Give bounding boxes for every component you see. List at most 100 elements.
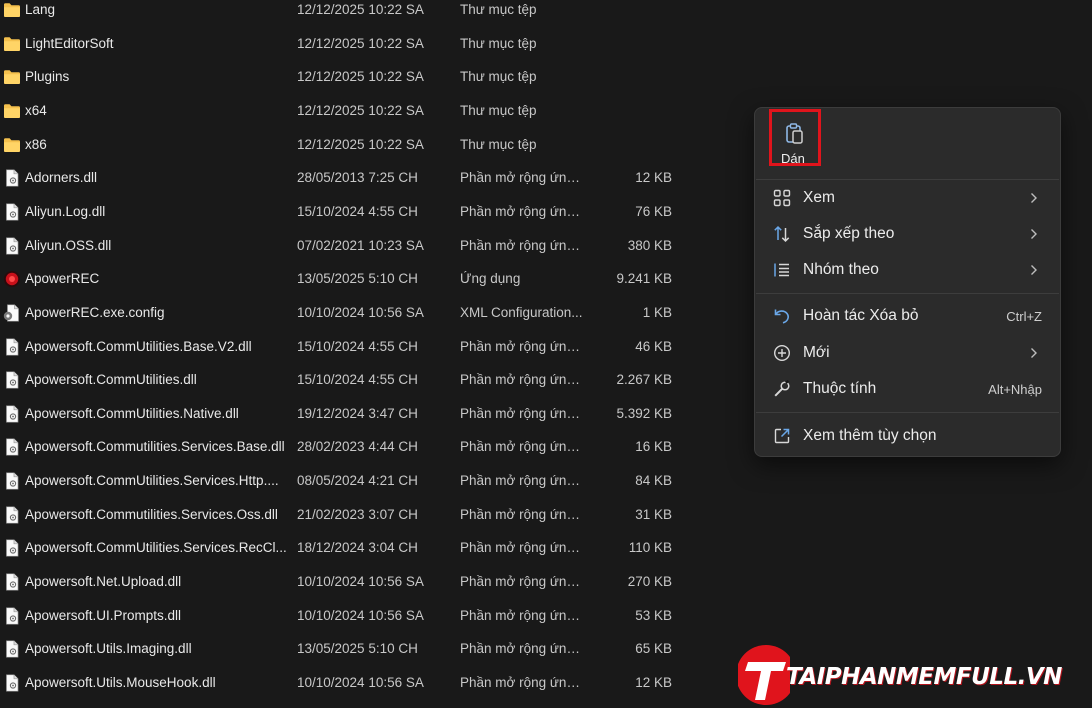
file-icon <box>3 237 21 255</box>
file-size: 12 KB <box>635 170 672 185</box>
file-name: Aliyun.OSS.dll <box>25 238 112 253</box>
menu-item-new[interactable]: Mới <box>759 336 1056 370</box>
file-row[interactable]: Apowersoft.Utils.MouseHook.dll 10/10/2024… <box>0 673 700 706</box>
file-icon <box>3 405 21 423</box>
file-row[interactable]: x64 12/12/2025 10:22 SA Thư mục tệp <box>0 101 700 134</box>
date-modified: 10/10/2024 10:56 SA <box>297 305 424 320</box>
file-row[interactable]: x86 12/12/2025 10:22 SA Thư mục tệp <box>0 135 700 168</box>
file-type: Phần mở rộng ứng... <box>460 574 584 589</box>
app-icon <box>3 270 21 288</box>
file-size: 65 KB <box>635 641 672 656</box>
file-type: Thư mục tệp <box>460 36 537 51</box>
file-row[interactable]: Apowersoft.Utils.Imaging.dll 13/05/2025 5… <box>0 639 700 672</box>
file-row[interactable]: Lang 12/12/2025 10:22 SA Thư mục tệp <box>0 0 700 33</box>
file-size: 9.241 KB <box>616 271 672 286</box>
paste-label: Dán <box>781 151 805 166</box>
file-row[interactable]: Adorners.dll 28/05/2013 7:25 CH Phần mở rộ… <box>0 168 700 201</box>
file-icon <box>3 539 21 557</box>
file-type: Phần mở rộng ứng... <box>460 540 584 555</box>
file-name: Apowersoft.CommUtilities.Native.dll <box>25 406 239 421</box>
file-type: Thư mục tệp <box>460 2 537 17</box>
date-modified: 13/05/2025 5:10 CH <box>297 641 418 656</box>
file-icon <box>3 438 21 456</box>
date-modified: 08/05/2024 4:21 CH <box>297 473 418 488</box>
file-row[interactable]: Apowersoft.CommUtilities.Native.dll 19/12… <box>0 404 700 437</box>
file-type: Phần mở rộng ứng... <box>460 675 584 690</box>
file-row[interactable]: LightEditorSoft 12/12/2025 10:22 SA Thư mụ… <box>0 34 700 67</box>
file-row[interactable]: Apowersoft.Commutilities.Services.Base.d… <box>0 437 700 470</box>
file-size: 5.392 KB <box>616 406 672 421</box>
menu-item-sort-by[interactable]: Sắp xếp theo <box>759 217 1056 251</box>
file-row[interactable]: Apowersoft.CommUtilities.dll 15/10/2024 4… <box>0 370 700 403</box>
file-name: x86 <box>25 137 47 152</box>
menu-item-show-more-options[interactable]: Xem thêm tùy chọn <box>759 419 1056 453</box>
file-name: Apowersoft.CommUtilities.Services.RecCl.… <box>25 540 287 555</box>
file-size: 12 KB <box>635 675 672 690</box>
file-type: Thư mục tệp <box>460 137 537 152</box>
file-name: Adorners.dll <box>25 170 98 185</box>
file-row[interactable]: Aliyun.OSS.dll 07/02/2021 10:23 SA Phần mở… <box>0 236 700 269</box>
menu-item-properties[interactable]: Thuộc tính Alt+Nhập <box>759 372 1056 406</box>
config-file-icon <box>3 304 21 322</box>
file-icon <box>3 674 21 692</box>
chevron-right-icon <box>1031 229 1037 239</box>
menu-item-undo-delete[interactable]: Hoàn tác Xóa bỏ Ctrl+Z <box>759 299 1056 333</box>
date-modified: 15/10/2024 4:55 CH <box>297 339 418 354</box>
paste-button[interactable]: Dán <box>769 109 821 166</box>
file-row[interactable]: Apowersoft.CommUtilities.Services.Http..… <box>0 471 700 504</box>
file-row[interactable]: Apowersoft.CommUtilities.Services.RecCl.… <box>0 538 700 571</box>
group-icon <box>774 263 789 277</box>
file-type: XML Configuration... <box>460 305 583 320</box>
file-row[interactable]: Apowersoft.Commutilities.Services.Oss.dl… <box>0 505 700 538</box>
file-row[interactable]: Apowersoft.CommUtilities.Base.V2.dll 15/1… <box>0 337 700 370</box>
file-row[interactable]: ApowerREC.exe.config 10/10/2024 10:56 SA X… <box>0 303 700 336</box>
file-size: 46 KB <box>635 339 672 354</box>
sort-icon <box>774 225 790 243</box>
file-type: Phần mở rộng ứng... <box>460 608 584 623</box>
file-icon <box>3 640 21 658</box>
file-row[interactable]: Apowersoft.Net.Upload.dll 10/10/2024 10:5… <box>0 572 700 605</box>
watermark-logo-icon <box>738 645 790 705</box>
grid-view-icon <box>773 189 791 207</box>
file-row[interactable]: Aliyun.Log.dll 15/10/2024 4:55 CH Phần mở … <box>0 202 700 235</box>
folder-icon <box>3 35 21 53</box>
file-size: 2.267 KB <box>616 372 672 387</box>
date-modified: 19/12/2024 3:47 CH <box>297 406 418 421</box>
date-modified: 21/02/2023 3:07 CH <box>297 507 418 522</box>
menu-item-label: Thuộc tính <box>803 380 877 397</box>
file-type: Phần mở rộng ứng... <box>460 170 584 185</box>
file-type: Ứng dụng <box>460 271 521 286</box>
file-name: Plugins <box>25 69 70 84</box>
file-icon <box>3 506 21 524</box>
file-size: 110 KB <box>628 540 672 555</box>
file-type: Phần mở rộng ứng... <box>460 439 584 454</box>
folder-icon <box>3 1 21 19</box>
date-modified: 10/10/2024 10:56 SA <box>297 608 424 623</box>
file-icon <box>3 472 21 490</box>
file-name: Apowersoft.Commutilities.Services.Oss.dl… <box>25 507 278 522</box>
file-icon <box>3 573 21 591</box>
file-row[interactable]: Plugins 12/12/2025 10:22 SA Thư mục tệp <box>0 67 700 100</box>
menu-item-group-by[interactable]: Nhóm theo <box>759 253 1056 287</box>
file-name: Apowersoft.Commutilities.Services.Base.d… <box>25 439 285 454</box>
file-name: LightEditorSoft <box>25 36 114 51</box>
file-name: Lang <box>25 2 56 17</box>
date-modified: 12/12/2025 10:22 SA <box>297 103 424 118</box>
file-size: 76 KB <box>635 204 672 219</box>
date-modified: 12/12/2025 10:22 SA <box>297 137 424 152</box>
file-name: Apowersoft.Utils.Imaging.dll <box>25 641 192 656</box>
folder-icon <box>3 102 21 120</box>
date-modified: 10/10/2024 10:56 SA <box>297 675 424 690</box>
date-modified: 07/02/2021 10:23 SA <box>297 238 424 253</box>
file-row[interactable]: Apowersoft.UI.Prompts.dll 10/10/2024 10:5… <box>0 606 700 639</box>
file-name: ApowerREC.exe.config <box>25 305 165 320</box>
menu-item-view[interactable]: Xem <box>759 181 1056 215</box>
date-modified: 13/05/2025 5:10 CH <box>297 271 418 286</box>
file-icon <box>3 371 21 389</box>
date-modified: 10/10/2024 10:56 SA <box>297 574 424 589</box>
undo-icon <box>774 309 789 324</box>
menu-separator <box>756 293 1059 294</box>
file-row[interactable]: ApowerREC 13/05/2025 5:10 CH Ứng dụng 9.241… <box>0 269 700 302</box>
menu-item-label: Sắp xếp theo <box>803 225 895 242</box>
watermark: TAIPHANMEMFULL.VN <box>738 642 1092 708</box>
